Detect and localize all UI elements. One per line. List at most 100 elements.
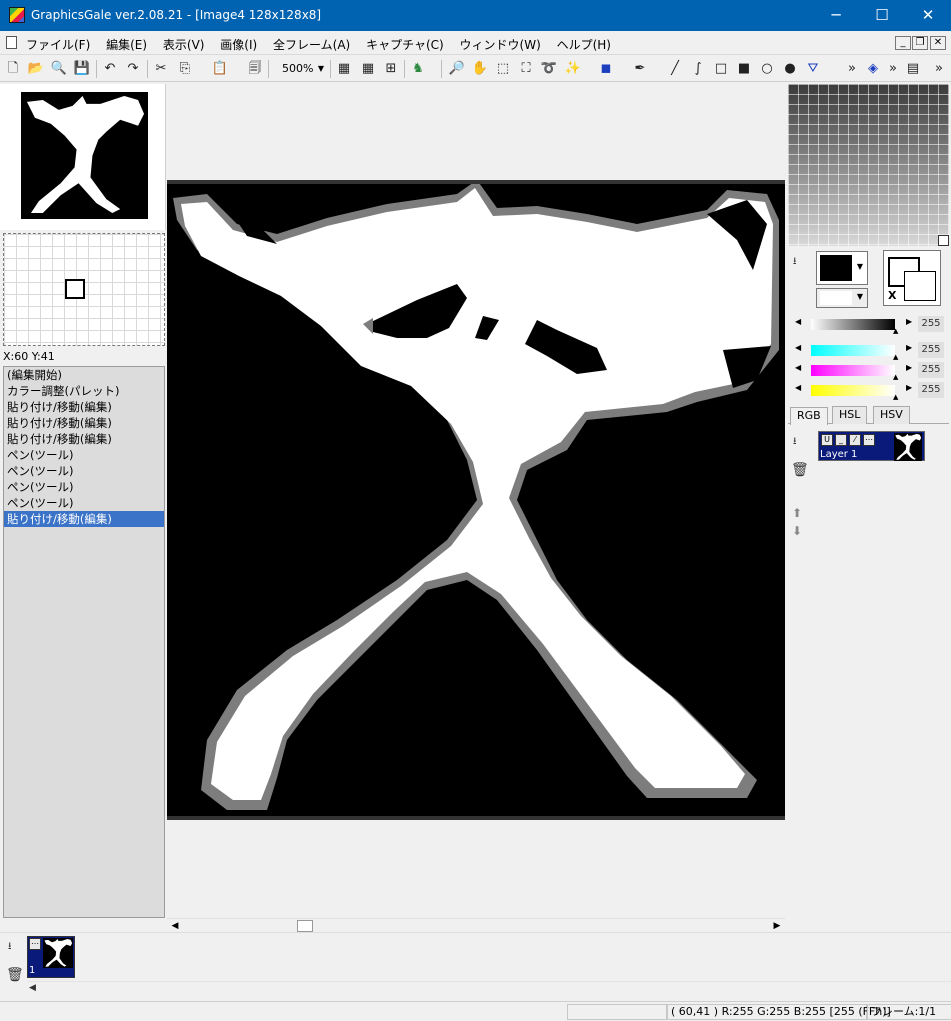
frame-item[interactable]: ⋯ 1 bbox=[27, 936, 75, 978]
open-icon[interactable]: 📂 bbox=[27, 60, 45, 78]
menu-all-frames[interactable]: 全フレーム(A) bbox=[273, 38, 350, 52]
ellipse-icon[interactable]: ○ bbox=[758, 60, 776, 78]
paste-icon[interactable]: 📋 bbox=[211, 60, 229, 78]
dropper-icon[interactable]: ✒ bbox=[631, 60, 649, 78]
color-palette[interactable] bbox=[788, 84, 949, 246]
grid-icon[interactable]: ▦ bbox=[335, 60, 353, 78]
canvas-horizontal-scrollbar[interactable]: ◀ ▶ bbox=[167, 918, 785, 932]
layer-visible-icon[interactable]: U bbox=[821, 434, 833, 446]
copy-icon[interactable]: ⎘ bbox=[176, 60, 194, 78]
slider-left-icon[interactable]: ◀ bbox=[795, 317, 801, 326]
slider-left-icon[interactable]: ◀ bbox=[795, 343, 801, 352]
redo-icon[interactable]: ↷ bbox=[124, 60, 142, 78]
arrow-down-icon[interactable]: ⬇ bbox=[792, 524, 802, 538]
tile-icon[interactable]: ⊞ bbox=[382, 60, 400, 78]
document-icon[interactable] bbox=[6, 36, 17, 49]
green-magenta-slider[interactable]: ◀ ▲ ▶ 255 bbox=[795, 362, 945, 381]
canvas-area[interactable] bbox=[167, 84, 785, 918]
slider-right-icon[interactable]: ▶ bbox=[906, 363, 912, 372]
slider-thumb-icon[interactable]: ▲ bbox=[893, 327, 898, 335]
arrow-up-icon[interactable]: ⬆ bbox=[792, 506, 802, 520]
scroll-left-icon[interactable]: ◀ bbox=[169, 920, 181, 932]
close-button[interactable]: ✕ bbox=[905, 0, 951, 31]
tab-hsv[interactable]: HSV bbox=[873, 406, 910, 424]
stamp-icon[interactable]: ◈ bbox=[864, 60, 882, 78]
layer-item[interactable]: U _ ⁄ ⋯ Layer 1 bbox=[818, 431, 925, 461]
menu-image[interactable]: 画像(I) bbox=[220, 38, 257, 52]
filled-rect-icon[interactable]: ■ bbox=[735, 60, 753, 78]
free-select-icon[interactable]: ⛶ bbox=[517, 60, 535, 78]
fill-select-icon[interactable]: ◼ bbox=[597, 60, 615, 78]
frame-icon[interactable]: ▤ bbox=[904, 60, 922, 78]
slider-thumb-icon[interactable]: ▲ bbox=[893, 373, 898, 381]
slider-left-icon[interactable]: ◀ bbox=[795, 383, 801, 392]
slider-right-icon[interactable]: ▶ bbox=[906, 343, 912, 352]
history-item[interactable]: 貼り付け/移動(編集) bbox=[4, 431, 164, 447]
minimize-button[interactable]: ─ bbox=[813, 0, 859, 31]
layer-lock-icon[interactable]: _ bbox=[835, 434, 847, 446]
palette-resize-icon[interactable] bbox=[938, 235, 949, 246]
menu-edit[interactable]: 編集(E) bbox=[106, 38, 147, 52]
rect-select-icon[interactable]: ⬚ bbox=[494, 60, 512, 78]
curve-icon[interactable]: ∫ bbox=[689, 60, 707, 78]
menu-file[interactable]: ファイル(F) bbox=[26, 38, 90, 52]
red-cyan-slider[interactable]: ◀ ▲ ▶ 255 bbox=[795, 342, 945, 361]
history-item[interactable]: カラー調整(パレット) bbox=[4, 383, 164, 399]
hand-icon[interactable]: ✋ bbox=[471, 60, 489, 78]
slider-thumb-icon[interactable]: ▲ bbox=[893, 353, 898, 361]
more-icon[interactable]: » bbox=[843, 60, 861, 78]
zoom-icon[interactable]: 🔎 bbox=[448, 60, 466, 78]
scroll-thumb[interactable] bbox=[297, 920, 313, 932]
history-list[interactable]: (編集開始) カラー調整(パレット) 貼り付け/移動(編集) 貼り付け/移動(編… bbox=[3, 366, 165, 918]
scroll-right-icon[interactable]: ▶ bbox=[771, 920, 783, 932]
paste-special-icon[interactable]: 🗐 bbox=[246, 60, 264, 78]
cyan-gradient[interactable] bbox=[811, 345, 895, 356]
frame-scrollbar[interactable]: ◀ bbox=[27, 981, 951, 995]
history-item-selected[interactable]: 貼り付け/移動(編集) bbox=[4, 511, 164, 527]
download-icon[interactable]: ⭳ bbox=[793, 254, 797, 271]
slider-left-icon[interactable]: ◀ bbox=[795, 363, 801, 372]
tab-hsl[interactable]: HSL bbox=[832, 406, 868, 424]
slider-right-icon[interactable]: ▶ bbox=[906, 317, 912, 326]
frame-options-icon[interactable]: ⋯ bbox=[29, 938, 41, 950]
magenta-gradient[interactable] bbox=[811, 365, 895, 376]
tab-rgb[interactable]: RGB bbox=[790, 407, 828, 425]
menu-view[interactable]: 表示(V) bbox=[163, 38, 205, 52]
trash-icon[interactable]: 🗑 bbox=[6, 967, 24, 983]
history-item[interactable]: ペン(ツール) bbox=[4, 447, 164, 463]
more-icon[interactable]: » bbox=[930, 60, 948, 78]
history-item[interactable]: ペン(ツール) bbox=[4, 463, 164, 479]
menu-help[interactable]: ヘルプ(H) bbox=[557, 38, 611, 52]
history-item[interactable]: ペン(ツール) bbox=[4, 479, 164, 495]
yellow-gradient[interactable] bbox=[811, 385, 895, 396]
fill-icon[interactable]: ⛛ bbox=[804, 60, 822, 78]
swap-colors-button[interactable]: X bbox=[883, 250, 941, 306]
slider-thumb-icon[interactable]: ▲ bbox=[893, 393, 898, 401]
filled-ellipse-icon[interactable]: ● bbox=[781, 60, 799, 78]
magic-wand-icon[interactable]: ✨ bbox=[564, 60, 582, 78]
download-icon[interactable]: ⭳ bbox=[793, 434, 797, 451]
more-icon[interactable]: » bbox=[884, 60, 902, 78]
trash-icon[interactable]: 🗑 bbox=[791, 462, 809, 478]
blue-yellow-slider[interactable]: ◀ ▲ ▶ 255 bbox=[795, 382, 945, 401]
layer-edit-icon[interactable]: ⁄ bbox=[849, 434, 861, 446]
history-item[interactable]: ペン(ツール) bbox=[4, 495, 164, 511]
maximize-button[interactable]: ☐ bbox=[859, 0, 905, 31]
undo-icon[interactable]: ↶ bbox=[101, 60, 119, 78]
drawing-canvas[interactable] bbox=[167, 180, 785, 820]
gray-gradient[interactable] bbox=[811, 319, 895, 330]
navigator-view-rect[interactable] bbox=[65, 279, 85, 299]
history-item[interactable]: 貼り付け/移動(編集) bbox=[4, 415, 164, 431]
scroll-left-icon[interactable]: ◀ bbox=[29, 983, 36, 993]
navigator-grid[interactable] bbox=[3, 233, 165, 346]
rect-icon[interactable]: □ bbox=[712, 60, 730, 78]
save-icon[interactable]: 💾 bbox=[73, 60, 91, 78]
animal-icon[interactable]: ♞ bbox=[409, 60, 427, 78]
menu-window[interactable]: ウィンドウ(W) bbox=[460, 38, 541, 52]
foreground-color-select[interactable]: ▼ bbox=[816, 251, 868, 285]
mdi-close-button[interactable]: ✕ bbox=[930, 36, 946, 50]
gray-slider[interactable]: ◀ ▲ ▶ 255 bbox=[795, 316, 945, 335]
lasso-icon[interactable]: ➰ bbox=[540, 60, 558, 78]
pixel-grid-icon[interactable]: ▦ bbox=[359, 60, 377, 78]
layer-options-icon[interactable]: ⋯ bbox=[863, 434, 875, 446]
